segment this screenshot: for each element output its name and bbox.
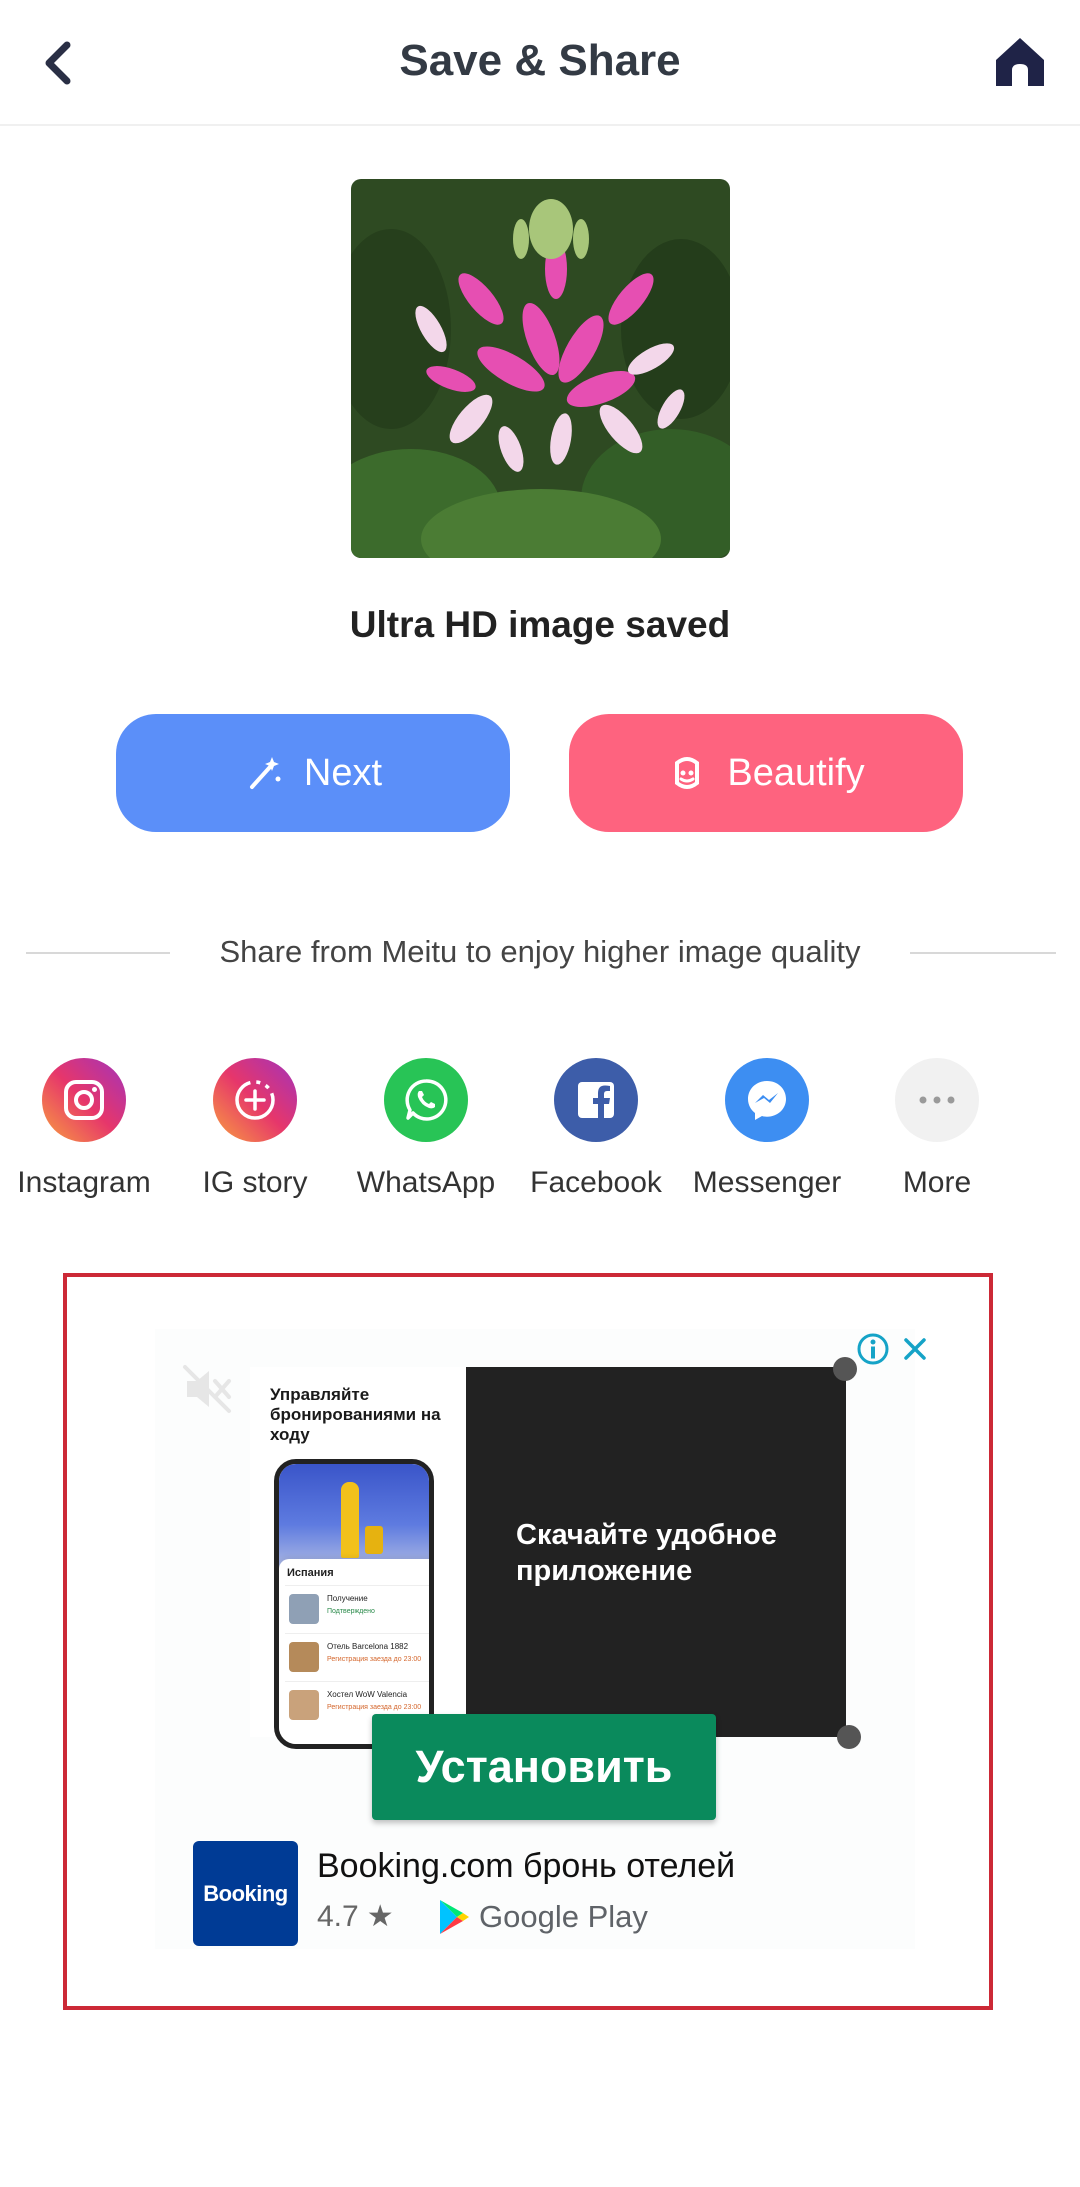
share-ig-story[interactable]: IG story [170,1058,340,1200]
ad-dark-panel: Скачайте удобное приложение [466,1367,846,1737]
instagram-icon [42,1058,126,1142]
ad-app-screenshot: Управляйте бронированиями на ходу Испани… [250,1367,466,1749]
store-name: Google Play [479,1899,648,1934]
booking-logo: Booking [193,1841,298,1946]
phone-row: Получение Подтверждено [285,1585,429,1631]
messenger-icon [725,1058,809,1142]
phone-row-title: Отель Barcelona 1882 [327,1642,409,1651]
mute-button[interactable] [177,1359,237,1419]
more-icon [895,1058,979,1142]
google-play-badge: Google Play [437,1897,648,1937]
install-button[interactable]: Установить [372,1714,716,1820]
phone-sheet-title: Испания [287,1567,334,1579]
share-label: IG story [202,1166,308,1199]
phone-suitcase [365,1526,383,1554]
phone-row: Отель Barcelona 1882 Регистрация заезда … [285,1633,429,1679]
magic-wand-icon [249,757,281,789]
saved-image-preview [351,179,730,558]
rating-value: 4.7 [317,1899,359,1933]
phone-person [341,1482,359,1558]
ad-corner-dot [837,1725,861,1749]
face-retouch-icon [675,757,700,789]
home-icon [996,38,1044,86]
phone-row-title: Хостел WoW Valencia [327,1690,408,1699]
ad-close-icon[interactable] [897,1331,933,1367]
page-title: Save & Share [399,36,681,85]
ad-left-headline: Управляйте бронированиями на ходу [270,1385,441,1444]
phone-mockup: Испания Получение Подтверждено Отель Bar… [274,1459,434,1749]
phone-row-status: Регистрация заезда до 23:00 [327,1704,422,1711]
share-more[interactable]: More [852,1058,1022,1200]
share-instagram[interactable]: Instagram [0,1058,169,1200]
phone-row-title: Получение [327,1594,368,1603]
home-button[interactable] [988,30,1052,94]
phone-row-status: Регистрация заезда до 23:00 [327,1656,422,1663]
next-button[interactable]: Next [116,714,510,832]
saved-status-text: Ultra HD image saved [349,604,731,645]
ad-app-rating: 4.7 ★ [317,1899,394,1934]
google-play-icon [440,1900,469,1934]
beautify-button[interactable]: Beautify [569,714,963,832]
share-whatsapp[interactable]: WhatsApp [341,1058,511,1200]
ad-corner-dot [833,1357,857,1381]
divider-right [910,952,1056,954]
phone-row-thumb [289,1594,319,1624]
share-label: Facebook [530,1166,662,1199]
ad-container: Управляйте бронированиями на ходу Испани… [63,1273,993,2010]
facebook-icon [554,1058,638,1142]
phone-row-thumb [289,1642,319,1672]
share-messenger[interactable]: Messenger [682,1058,852,1200]
ad-dark-text: Скачайте удобное приложение [516,1519,777,1587]
flower-photo [351,179,730,558]
beautify-label: Beautify [727,751,865,794]
ig-story-icon [213,1058,297,1142]
star-icon: ★ [366,1900,394,1933]
top-bar: Save & Share [0,0,1080,126]
whatsapp-icon [384,1058,468,1142]
share-label: Instagram [17,1166,151,1199]
ad-info-icon[interactable] [855,1331,891,1367]
next-label: Next [303,751,383,794]
share-label: WhatsApp [356,1166,496,1199]
share-label: More [902,1166,972,1199]
share-section-header: Share from Meitu to enjoy higher image q… [0,930,1080,976]
share-label: Messenger [692,1166,842,1199]
phone-row-thumb [289,1690,319,1720]
share-facebook[interactable]: Facebook [511,1058,681,1200]
speaker-muted-icon [183,1365,231,1413]
ad-app-name: Booking.com бронь отелей [317,1847,736,1885]
phone-row-status: Подтверждено [327,1608,375,1615]
ad-banner[interactable]: Управляйте бронированиями на ходу Испани… [155,1329,926,1949]
